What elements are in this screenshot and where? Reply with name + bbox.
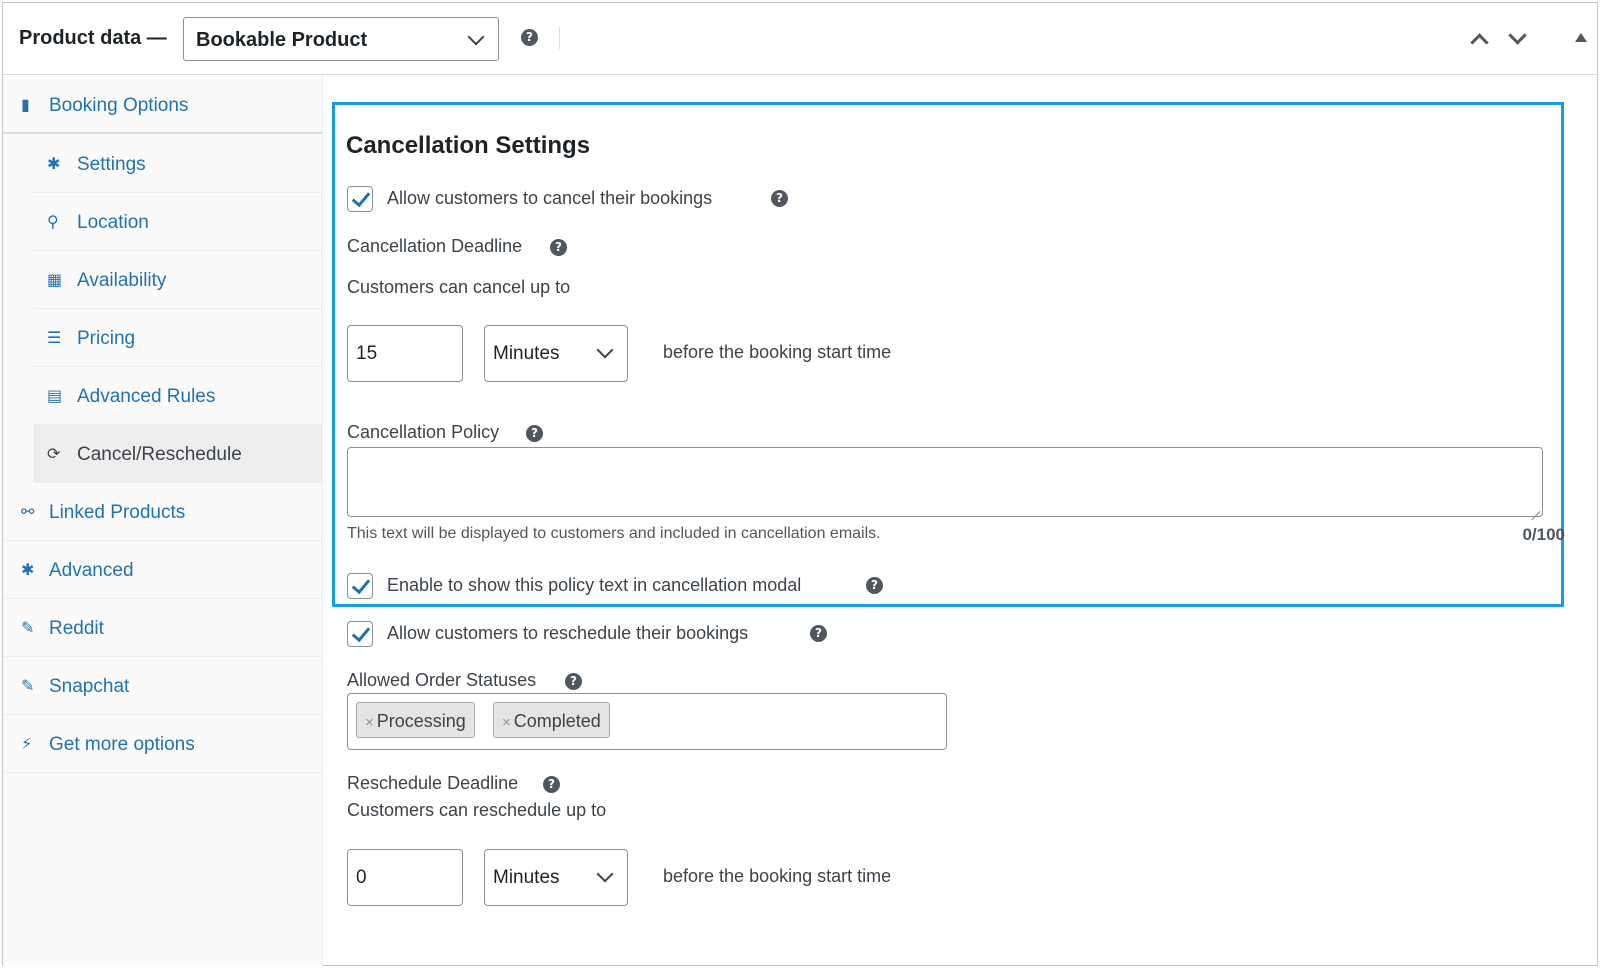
tab-label: Advanced xyxy=(49,560,134,581)
tab-location[interactable]: ⚲ Location xyxy=(33,193,323,251)
remove-tag-icon[interactable]: × xyxy=(502,714,511,731)
gear-icon: ✱ xyxy=(21,560,35,579)
link-icon: ⚯ xyxy=(21,502,35,521)
tab-label: Advanced Rules xyxy=(77,386,216,407)
tab-label: Availability xyxy=(77,270,167,291)
status-tag-label: Completed xyxy=(513,711,601,731)
tab-linked-products[interactable]: ⚯ Linked Products xyxy=(3,483,323,541)
help-icon[interactable]: ? xyxy=(521,29,538,46)
cancel-deadline-suffix: before the booking start time xyxy=(663,342,892,362)
move-down-button[interactable] xyxy=(1505,26,1531,53)
tab-reddit[interactable]: ✎ Reddit xyxy=(3,599,323,657)
cancel-deadline-subtext: Customers can cancel up to xyxy=(347,277,571,297)
tab-get-more-options[interactable]: ⚡ Get more options xyxy=(3,715,323,773)
tab-cancel-reschedule[interactable]: ⟳ Cancel/Reschedule xyxy=(33,425,323,483)
show-policy-label: Enable to show this policy text in cance… xyxy=(387,575,802,595)
reschedule-deadline-unit-value: Minutes xyxy=(493,867,560,888)
show-policy-checkbox[interactable] xyxy=(347,573,373,599)
location-pin-icon: ⚲ xyxy=(47,212,59,231)
tab-label: Pricing xyxy=(77,328,136,349)
tab-label: Snapchat xyxy=(49,676,130,697)
tab-advanced[interactable]: ✱ Advanced xyxy=(3,541,323,599)
status-tag: × Completed xyxy=(493,702,610,738)
reschedule-deadline-suffix: before the booking start time xyxy=(663,866,892,886)
reschedule-deadline-value: 0 xyxy=(356,867,367,888)
tab-label: Linked Products xyxy=(49,502,186,523)
chevron-down-icon xyxy=(1508,26,1527,45)
cancel-deadline-unit-select[interactable]: Minutes xyxy=(484,325,628,382)
grid-icon: ▤ xyxy=(47,386,63,405)
status-tag-label: Processing xyxy=(376,711,466,731)
product-data-panel: Product data — Bookable Product ? ▮ Book… xyxy=(2,2,1598,967)
gear-icon: ✱ xyxy=(47,154,61,173)
tab-pricing[interactable]: ☰ Pricing xyxy=(33,309,323,367)
book-icon: ▮ xyxy=(21,95,30,114)
cancellation-policy-hint: This text will be displayed to customers… xyxy=(347,525,881,542)
tab-availability[interactable]: ▦ Availability xyxy=(33,251,323,309)
status-tag: × Processing xyxy=(356,702,475,738)
tab-snapchat[interactable]: ✎ Snapchat xyxy=(3,657,323,715)
tab-advanced-rules[interactable]: ▤ Advanced Rules xyxy=(33,367,323,425)
help-icon[interactable]: ? xyxy=(550,239,567,256)
wrench-icon: ✎ xyxy=(21,676,35,695)
cancel-deadline-value: 15 xyxy=(356,343,378,364)
chevron-down-icon xyxy=(596,341,614,359)
tab-label: Settings xyxy=(77,154,146,175)
allow-cancel-label: Allow customers to cancel their bookings xyxy=(387,188,713,208)
help-icon[interactable]: ? xyxy=(866,577,883,594)
help-icon[interactable]: ? xyxy=(526,425,543,442)
chevron-up-icon xyxy=(1470,33,1489,52)
reschedule-deadline-label: Reschedule Deadline xyxy=(347,773,519,793)
tab-label: Get more options xyxy=(49,734,195,755)
reschedule-deadline-subtext: Customers can reschedule up to xyxy=(347,800,607,820)
cancel-deadline-unit-value: Minutes xyxy=(493,343,560,364)
header-divider xyxy=(559,27,560,49)
product-type-select[interactable]: Bookable Product xyxy=(183,17,499,61)
cancellation-policy-counter: 0/100 xyxy=(1522,525,1565,544)
panel-header: Product data — Bookable Product ? xyxy=(3,3,1597,75)
tab-label: Cancel/Reschedule xyxy=(77,444,242,465)
product-data-tabs: ▮ Booking Options ✱ Settings ⚲ Location … xyxy=(3,76,323,967)
help-icon[interactable]: ? xyxy=(810,625,827,642)
allowed-order-statuses-label: Allowed Order Statuses xyxy=(347,670,537,690)
panel-title: Product data — xyxy=(19,27,167,49)
reschedule-deadline-input[interactable]: 0 xyxy=(347,849,463,906)
order-statuses-multiselect[interactable]: × Processing × Completed xyxy=(347,693,947,750)
cancellation-policy-label: Cancellation Policy xyxy=(347,422,500,442)
cancellation-deadline-label: Cancellation Deadline xyxy=(347,236,523,256)
help-icon[interactable]: ? xyxy=(771,190,788,207)
collapse-toggle-icon[interactable] xyxy=(1575,33,1587,42)
move-up-button[interactable] xyxy=(1467,27,1493,53)
allow-reschedule-checkbox[interactable] xyxy=(347,621,373,647)
cancel-deadline-input[interactable]: 15 xyxy=(347,325,463,382)
help-icon[interactable]: ? xyxy=(543,776,560,793)
tab-settings[interactable]: ✱ Settings xyxy=(33,135,323,193)
product-type-value: Bookable Product xyxy=(196,29,368,51)
allow-reschedule-label: Allow customers to reschedule their book… xyxy=(387,623,749,643)
cancellation-settings-title: Cancellation Settings xyxy=(346,132,591,159)
tab-booking-options[interactable]: ▮ Booking Options xyxy=(3,76,323,134)
reschedule-deadline-unit-select[interactable]: Minutes xyxy=(484,849,628,906)
tab-label: Location xyxy=(77,212,149,233)
plugin-icon: ⚡ xyxy=(21,734,33,753)
remove-tag-icon[interactable]: × xyxy=(365,714,374,731)
chevron-down-icon xyxy=(467,28,485,46)
list-icon: ☰ xyxy=(47,328,62,347)
resize-handle-icon[interactable] xyxy=(1528,502,1541,521)
wrench-icon: ✎ xyxy=(21,618,35,637)
chevron-down-icon xyxy=(596,865,614,883)
tab-label: Reddit xyxy=(49,618,104,639)
calendar-icon: ▦ xyxy=(47,270,63,289)
allow-cancel-checkbox[interactable] xyxy=(347,186,373,212)
help-icon[interactable]: ? xyxy=(565,673,582,690)
tab-content: Cancellation Settings Allow customers to… xyxy=(324,76,1597,965)
cancellation-policy-textarea[interactable] xyxy=(347,447,1543,521)
tab-label: Booking Options xyxy=(49,95,189,116)
refresh-icon: ⟳ xyxy=(47,444,61,463)
